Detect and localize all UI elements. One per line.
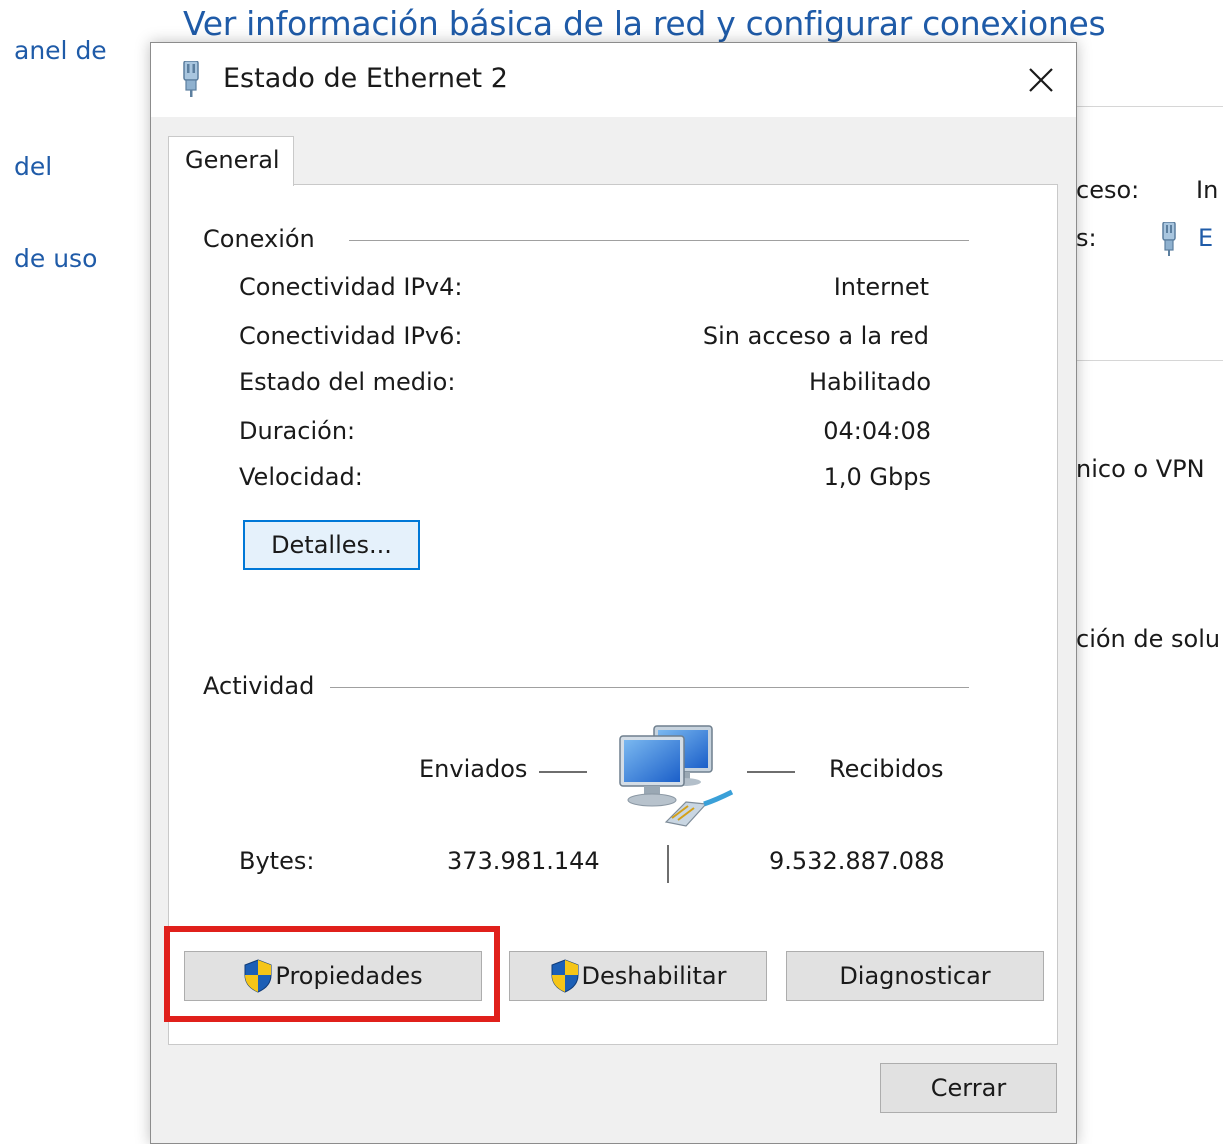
divider — [1076, 360, 1223, 361]
page-title: Ver información básica de la red y confi… — [183, 4, 1106, 43]
ipv4-label: Conectividad IPv4: — [239, 273, 463, 301]
activity-section-label: Actividad — [203, 672, 331, 700]
properties-button[interactable]: Propiedades — [184, 951, 482, 1001]
troubleshoot-link-text[interactable]: ción de solu — [1076, 625, 1220, 653]
sidebar-link-3[interactable]: de uso — [14, 244, 97, 273]
access-type-value: In — [1196, 176, 1219, 204]
ipv4-value: Internet — [833, 273, 929, 301]
network-computers-icon — [619, 725, 734, 827]
duration-label: Duración: — [239, 417, 356, 445]
uac-shield-icon — [244, 959, 272, 993]
close-dialog-button[interactable]: Cerrar — [880, 1063, 1057, 1113]
bytes-received-value: 9.532.887.088 — [769, 847, 945, 875]
sent-label: Enviados — [419, 755, 528, 783]
section-divider — [349, 240, 969, 241]
sent-dash — [539, 771, 587, 773]
disable-button[interactable]: Deshabilitar — [509, 951, 767, 1001]
properties-button-label: Propiedades — [275, 962, 423, 990]
ipv6-label: Conectividad IPv6: — [239, 322, 463, 350]
ipv6-value: Sin acceso a la red — [702, 322, 929, 350]
diagnose-button[interactable]: Diagnosticar — [786, 951, 1044, 1001]
dialog-title: Estado de Ethernet 2 — [223, 63, 508, 94]
section-divider — [329, 687, 969, 688]
ethernet-icon — [183, 61, 199, 97]
uac-shield-icon — [551, 959, 579, 993]
disable-button-label: Deshabilitar — [581, 962, 727, 990]
divider — [1076, 106, 1223, 107]
ethernet-status-dialog: Estado de Ethernet 2 General Conexión Co… — [150, 42, 1077, 1144]
connection-link[interactable]: E — [1198, 224, 1213, 252]
close-button[interactable] — [1006, 43, 1076, 117]
tab-general[interactable]: General — [168, 136, 294, 186]
sidebar-link-2[interactable]: del — [14, 152, 52, 181]
bytes-separator — [667, 845, 669, 883]
bytes-sent-value: 373.981.144 — [447, 847, 600, 875]
speed-label: Velocidad: — [239, 463, 363, 491]
ethernet-icon — [1162, 222, 1176, 256]
setup-vpn-link-text[interactable]: nico o VPN — [1076, 455, 1205, 483]
speed-value: 1,0 Gbps — [823, 463, 931, 491]
bytes-label: Bytes: — [239, 847, 315, 875]
received-dash — [747, 771, 795, 773]
connections-label: s: — [1076, 224, 1097, 252]
media-state-value: Habilitado — [808, 368, 931, 396]
received-label: Recibidos — [829, 755, 944, 783]
duration-value: 04:04:08 — [823, 417, 931, 445]
connection-section-label: Conexión — [203, 225, 331, 253]
sidebar-link-control-panel[interactable]: anel de — [14, 36, 107, 65]
general-tab-panel: Conexión Conectividad IPv4: Internet Con… — [168, 184, 1058, 1045]
media-state-label: Estado del medio: — [239, 368, 456, 396]
details-button[interactable]: Detalles... — [243, 520, 420, 570]
close-icon — [1029, 68, 1053, 92]
dialog-titlebar[interactable]: Estado de Ethernet 2 — [151, 43, 1076, 117]
access-type-label: ceso: — [1076, 176, 1140, 204]
